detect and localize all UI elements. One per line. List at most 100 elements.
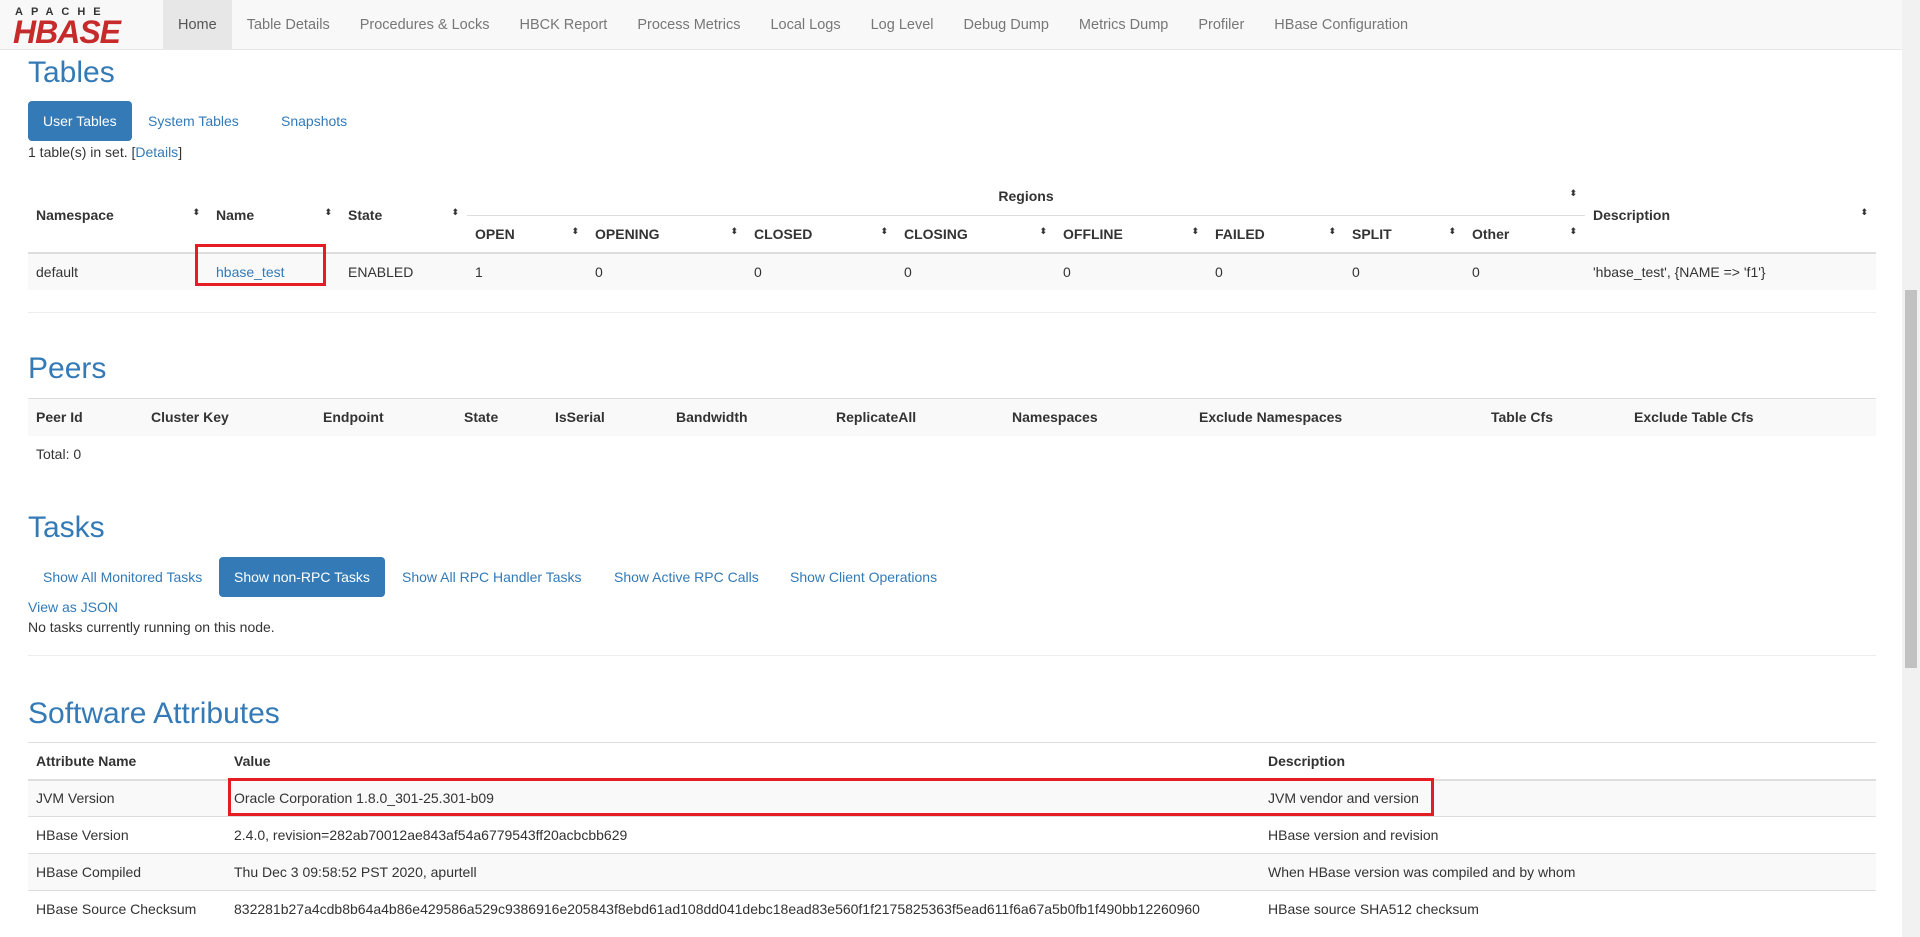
highlight-box: [195, 244, 326, 286]
cell-open: 1: [475, 264, 483, 280]
cell-opening: 0: [595, 264, 603, 280]
cell-attr-value: Thu Dec 3 09:58:52 PST 2020, apurtell: [234, 864, 477, 880]
sort-icon: ⬍: [1448, 225, 1456, 236]
nav-hbck-report[interactable]: HBCK Report: [504, 0, 622, 50]
sort-icon: ⬍: [880, 225, 888, 236]
nav-home[interactable]: Home: [163, 0, 232, 50]
table-row: HBase Version 2.4.0, revision=282ab70012…: [28, 816, 1876, 854]
col-cluster-key: Cluster Key: [151, 409, 229, 426]
cell-attr-desc: When HBase version was compiled and by w…: [1268, 864, 1576, 880]
peers-total: Total: 0: [36, 446, 82, 462]
cell-failed: 0: [1215, 264, 1223, 280]
details-link[interactable]: Details: [135, 144, 178, 160]
tab-active-rpc-calls[interactable]: Show Active RPC Calls: [599, 557, 774, 597]
sort-icon: ⬍: [324, 206, 332, 217]
col-failed[interactable]: FAILED ⬍: [1207, 215, 1344, 253]
col-description[interactable]: Description ⬍: [1585, 177, 1876, 254]
col-replicate-all: ReplicateAll: [836, 409, 917, 426]
col-peer-id: Peer Id: [36, 409, 83, 426]
cell-namespace: default: [36, 264, 79, 280]
sort-icon: ⬍: [451, 206, 459, 217]
cell-attr-desc: HBase source SHA512 checksum: [1268, 901, 1479, 918]
sort-icon: ⬍: [571, 225, 579, 236]
col-namespaces: Namespaces: [1012, 409, 1098, 426]
software-attributes-table: Attribute Name Value Description JVM Ver…: [28, 742, 1876, 928]
nav-table-details[interactable]: Table Details: [232, 0, 345, 50]
nav-procedures-locks[interactable]: Procedures & Locks: [345, 0, 505, 50]
sort-icon: ⬍: [1569, 225, 1577, 236]
sort-icon: ⬍: [1569, 187, 1577, 198]
col-regions[interactable]: Regions ⬍: [467, 177, 1585, 216]
tab-non-rpc-tasks[interactable]: Show non-RPC Tasks: [219, 557, 385, 597]
col-is-serial: IsSerial: [555, 409, 605, 426]
hbase-logo[interactable]: APACHE HBASE: [13, 6, 152, 48]
main-nav: Home Table Details Procedures & Locks HB…: [163, 0, 1423, 50]
cell-attr-desc: HBase version and revision: [1268, 827, 1439, 843]
cell-attr-value: 2.4.0, revision=282ab70012ae843af54a6779…: [234, 827, 628, 843]
col-table-cfs: Table Cfs: [1491, 409, 1553, 426]
sort-icon: ⬍: [1191, 225, 1199, 236]
vertical-scrollbar[interactable]: [1902, 0, 1920, 937]
cell-attr-name: JVM Version: [36, 790, 115, 807]
peers-table: Peer Id Cluster Key Endpoint State IsSer…: [28, 398, 1876, 436]
col-split[interactable]: SPLIT ⬍: [1344, 215, 1464, 253]
tab-all-monitored-tasks[interactable]: Show All Monitored Tasks: [28, 557, 217, 597]
sort-icon: ⬍: [1328, 225, 1336, 236]
view-as-json-link[interactable]: View as JSON: [28, 599, 118, 615]
col-namespace[interactable]: Namespace ⬍: [28, 177, 208, 254]
col-exclude-table-cfs: Exclude Table Cfs: [1634, 409, 1754, 426]
divider: [28, 312, 1876, 313]
tables-summary-prefix: 1 table(s) in set. [: [28, 144, 136, 160]
tables-summary-suffix: ]: [178, 144, 183, 160]
cell-closed: 0: [754, 264, 762, 280]
table-row: HBase Compiled Thu Dec 3 09:58:52 PST 20…: [28, 853, 1876, 891]
divider: [28, 655, 1876, 656]
sort-icon: ⬍: [192, 206, 200, 217]
tasks-title: Tasks: [28, 511, 105, 544]
navbar: APACHE HBASE Home Table Details Procedur…: [0, 0, 1902, 50]
col-attr-description: Description: [1268, 752, 1346, 769]
col-name[interactable]: Name ⬍: [208, 177, 340, 254]
nav-log-level[interactable]: Log Level: [856, 0, 949, 50]
cell-offline: 0: [1063, 264, 1071, 280]
col-open[interactable]: OPEN ⬍: [467, 215, 587, 253]
tab-user-tables[interactable]: User Tables: [28, 101, 132, 141]
cell-description: 'hbase_test', {NAME => 'f1'}: [1593, 264, 1766, 280]
col-endpoint: Endpoint: [323, 409, 384, 426]
nav-debug-dump[interactable]: Debug Dump: [948, 0, 1063, 50]
nav-metrics-dump[interactable]: Metrics Dump: [1064, 0, 1183, 50]
nav-local-logs[interactable]: Local Logs: [755, 0, 855, 50]
peers-title: Peers: [28, 352, 107, 385]
col-closed[interactable]: CLOSED ⬍: [746, 215, 896, 253]
col-other[interactable]: Other ⬍: [1464, 215, 1585, 253]
col-attribute-name: Attribute Name: [36, 752, 137, 769]
tab-rpc-handler-tasks[interactable]: Show All RPC Handler Tasks: [387, 557, 596, 597]
cell-attr-name: HBase Version: [36, 827, 129, 843]
col-closing[interactable]: CLOSING ⬍: [896, 215, 1055, 253]
col-state[interactable]: State ⬍: [340, 177, 467, 254]
tab-snapshots[interactable]: Snapshots: [266, 101, 362, 141]
cell-attr-value: 832281b27a4cdb8b64a4b86e429586a529c93869…: [234, 901, 1200, 918]
col-opening[interactable]: OPENING ⬍: [587, 215, 746, 253]
cell-attr-name: HBase Compiled: [36, 864, 142, 880]
col-peer-state: State: [464, 409, 499, 426]
sort-icon: ⬍: [1860, 206, 1868, 217]
table-row: HBase Source Checksum 832281b27a4cdb8b64…: [28, 890, 1876, 928]
tab-client-operations[interactable]: Show Client Operations: [775, 557, 952, 597]
tables-summary: 1 table(s) in set. [Details]: [28, 144, 182, 160]
cell-state: ENABLED: [348, 264, 414, 280]
logo-hbase-text: HBASE: [13, 14, 121, 50]
nav-profiler[interactable]: Profiler: [1183, 0, 1259, 50]
scrollbar-thumb[interactable]: [1905, 290, 1917, 668]
cell-other: 0: [1472, 264, 1480, 280]
col-offline[interactable]: OFFLINE ⬍: [1055, 215, 1207, 253]
sort-icon: ⬍: [730, 225, 738, 236]
nav-hbase-configuration[interactable]: HBase Configuration: [1259, 0, 1423, 50]
nav-process-metrics[interactable]: Process Metrics: [622, 0, 755, 50]
sort-icon: ⬍: [1039, 225, 1047, 236]
cell-attr-name: HBase Source Checksum: [36, 901, 197, 918]
tab-system-tables[interactable]: System Tables: [133, 101, 254, 141]
col-bandwidth: Bandwidth: [676, 409, 748, 426]
cell-closing: 0: [904, 264, 912, 280]
tasks-status: No tasks currently running on this node.: [28, 619, 275, 635]
